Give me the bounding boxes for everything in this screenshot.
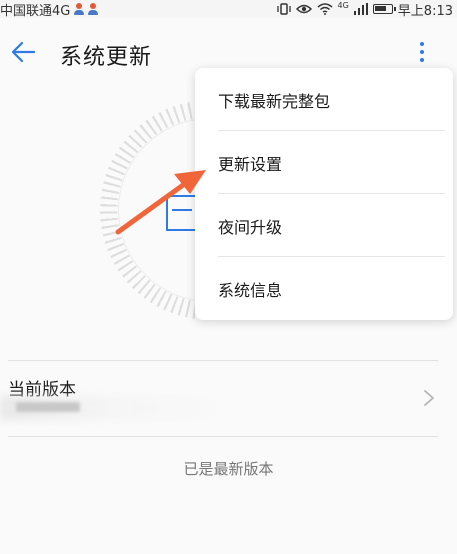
chevron-right-icon[interactable] <box>422 389 436 407</box>
annotation-arrow-icon <box>115 170 206 235</box>
vibrate-icon <box>276 3 291 15</box>
page-title: 系统更新 <box>60 45 153 70</box>
update-status-text: 已是最新版本 <box>183 460 274 478</box>
person-icon-2 <box>88 3 99 15</box>
overflow-menu: 下载最新完整包 更新设置 夜间升级 系统信息 <box>195 68 453 320</box>
version-number-redacted <box>16 402 80 412</box>
person-icon <box>74 3 85 15</box>
battery-icon <box>372 4 396 14</box>
status-time: 早上8:13 <box>397 3 453 19</box>
more-vert-icon[interactable] <box>414 37 430 67</box>
menu-item-label: 更新设置 <box>218 154 283 174</box>
eye-icon <box>295 4 312 14</box>
signal-icon <box>353 3 368 15</box>
status-bar: 中国联通4G 4G 早上8:13 <box>0 0 457 19</box>
divider <box>8 436 438 437</box>
divider <box>8 360 438 361</box>
menu-item-label: 下载最新完整包 <box>218 91 331 111</box>
menu-item-night-upgrade[interactable]: 夜间升级 <box>195 194 453 257</box>
menu-item-label: 系统信息 <box>218 280 283 300</box>
menu-item-download-full-package[interactable]: 下载最新完整包 <box>195 68 453 131</box>
menu-item-system-info[interactable]: 系统信息 <box>195 257 453 320</box>
back-arrow-icon[interactable] <box>10 40 36 64</box>
status-bar-right: 4G 早上8:13 <box>276 0 453 19</box>
network-type: 4G <box>337 0 349 10</box>
menu-item-label: 夜间升级 <box>218 217 283 237</box>
carrier-name: 中国联通4G <box>0 3 71 19</box>
status-bar-left: 中国联通4G <box>0 0 99 19</box>
menu-item-update-settings[interactable]: 更新设置 <box>195 131 453 194</box>
wifi-icon <box>317 3 332 15</box>
